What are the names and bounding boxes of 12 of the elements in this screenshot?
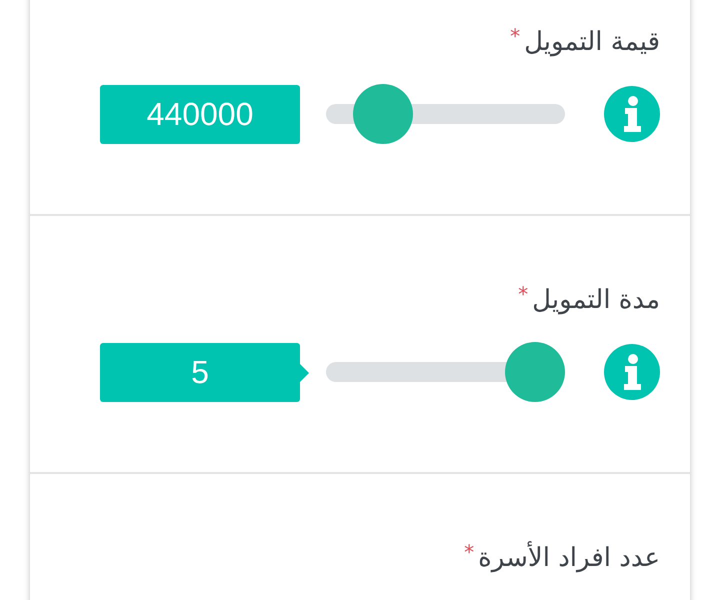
value-box: 440000 (100, 84, 300, 144)
field-label: عدد افراد الأسرة (478, 540, 660, 575)
required-mark: * (464, 539, 474, 566)
slider[interactable] (326, 342, 565, 402)
required-mark: * (518, 281, 528, 308)
slider[interactable] (326, 84, 565, 144)
field-label: قيمة التمويل (524, 26, 660, 59)
info-icon[interactable] (604, 86, 660, 142)
info-icon[interactable] (604, 344, 660, 400)
required-mark: * (510, 23, 520, 50)
field-label: مدة التمويل (532, 284, 660, 317)
pointer-arrow (299, 362, 309, 382)
